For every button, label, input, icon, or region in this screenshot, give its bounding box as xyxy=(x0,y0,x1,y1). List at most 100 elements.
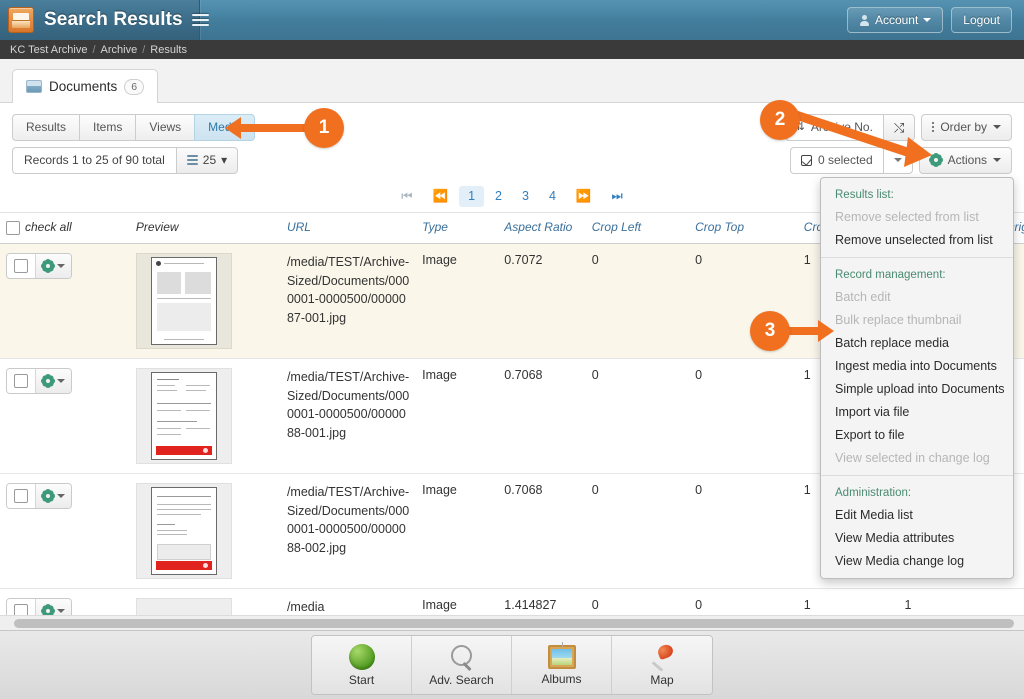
crop-left-cell: 0 xyxy=(585,243,690,359)
scrollbar-thumb[interactable] xyxy=(14,619,1014,628)
gear-icon xyxy=(42,490,54,502)
green-orb-icon xyxy=(348,643,375,670)
dock-button-albums[interactable]: Albums xyxy=(512,636,612,694)
row-checkbox[interactable] xyxy=(14,489,28,503)
menu-item-remove-unselected-from-list[interactable]: Remove unselected from list xyxy=(821,228,1013,251)
archive-box-icon xyxy=(8,7,34,33)
pagination-page-4[interactable]: 4 xyxy=(540,186,565,207)
tab-documents-count: 6 xyxy=(124,78,145,95)
dock-button-map[interactable]: Map xyxy=(612,636,712,694)
row-menu-button[interactable] xyxy=(35,484,71,508)
menu-item-bulk-replace-thumbnail: Bulk replace thumbnail xyxy=(835,312,962,327)
subtab-results[interactable]: Results xyxy=(12,114,80,141)
preview-cell xyxy=(129,473,281,589)
menu-item-view-media-change-log[interactable]: View Media change log xyxy=(821,549,1013,572)
map-pin-icon xyxy=(649,644,675,670)
pagination-page-1[interactable]: 1 xyxy=(459,186,485,207)
th-url[interactable]: URL xyxy=(280,214,417,244)
menu-item-ingest-media-into-documents[interactable]: Ingest media into Documents xyxy=(821,354,1013,377)
chevron-down-icon xyxy=(57,379,65,383)
breadcrumb-item-2[interactable]: Results xyxy=(150,44,187,56)
menu-item-batch-replace-media[interactable]: Batch replace media xyxy=(821,331,1013,354)
top-header-bar: Search Results Account Logout xyxy=(0,0,1024,40)
th-type[interactable]: Type xyxy=(416,214,499,244)
th-aspect-ratio[interactable]: Aspect Ratio xyxy=(498,214,586,244)
menu-item-export-to-file[interactable]: Export to file xyxy=(821,423,1013,446)
row-controls-cell xyxy=(0,243,130,359)
check-all-checkbox[interactable] xyxy=(6,220,20,235)
callout-arrow-1 xyxy=(225,117,310,139)
breadcrumb-item-0[interactable]: KC Test Archive xyxy=(10,44,87,56)
account-label: Account xyxy=(874,13,919,27)
crop-left-cell: 0 xyxy=(585,358,690,474)
document-thumbnail xyxy=(150,372,217,460)
pagination-next[interactable]: ⏩ xyxy=(567,186,601,207)
records-summary: Records 1 to 25 of 90 total xyxy=(12,147,176,174)
row-menu-button[interactable] xyxy=(35,254,71,278)
menu-item-view-media-attributes[interactable]: View Media attributes xyxy=(821,526,1013,549)
documents-icon xyxy=(26,80,42,93)
horizontal-scrollbar[interactable] xyxy=(0,615,1024,630)
user-icon xyxy=(859,14,870,26)
hamburger-icon[interactable] xyxy=(191,14,209,26)
dock-label-adv-search: Adv. Search xyxy=(429,672,494,687)
type-cell: Image xyxy=(416,473,499,589)
pagination-page-3[interactable]: 3 xyxy=(513,186,538,207)
pagination-prev[interactable]: ⏪ xyxy=(424,186,458,207)
records-bar: Records 1 to 25 of 90 total 25 ▾ xyxy=(12,147,239,174)
row-menu-button[interactable] xyxy=(35,369,71,393)
th-crop-left[interactable]: Crop Left xyxy=(585,214,690,244)
crop-top-cell: 0 xyxy=(689,473,798,589)
preview-cell xyxy=(129,243,281,359)
magnifier-icon xyxy=(449,644,475,670)
bottom-dock: Start Adv. Search Albums Map xyxy=(0,630,1024,699)
document-thumbnail xyxy=(150,257,217,345)
chevron-down-icon xyxy=(57,264,65,268)
thumbnail-frame[interactable] xyxy=(135,368,232,464)
breadcrumb: KC Test Archive / Archive / Results xyxy=(0,40,1024,59)
pagination-first[interactable]: ⏮ xyxy=(392,186,421,207)
callout-badge-1: 1 xyxy=(304,108,344,148)
chevron-down-icon xyxy=(993,158,1001,162)
breadcrumb-separator: / xyxy=(92,43,96,56)
dock-button-adv-search[interactable]: Adv. Search xyxy=(412,636,512,694)
account-button[interactable]: Account xyxy=(846,7,944,33)
url-cell[interactable]: /media/TEST/Archive-Sized/Documents/0000… xyxy=(280,243,417,359)
callout-badge-2: 2 xyxy=(760,100,800,140)
tab-documents[interactable]: Documents 6 xyxy=(12,69,159,103)
aspect-ratio-cell: 0.7068 xyxy=(498,358,586,474)
row-controls-cell xyxy=(0,358,130,474)
thumbnail-frame[interactable] xyxy=(135,253,232,349)
dock-label-start: Start xyxy=(348,672,375,687)
thumbnail-frame[interactable] xyxy=(135,483,232,579)
menu-item-view-selected-in-change-log: View selected in change log xyxy=(835,450,990,465)
preview-cell xyxy=(129,358,281,474)
url-cell[interactable]: /media/TEST/Archive-Sized/Documents/0000… xyxy=(280,473,417,589)
aspect-ratio-cell: 0.7072 xyxy=(498,243,586,359)
dock-button-start[interactable]: Start xyxy=(312,636,412,694)
menu-item-edit-media-list[interactable]: Edit Media list xyxy=(821,503,1013,526)
menu-item-import-via-file[interactable]: Import via file xyxy=(821,400,1013,423)
row-checkbox[interactable] xyxy=(14,374,28,388)
logout-label: Logout xyxy=(963,13,1000,27)
app-brand: Search Results xyxy=(0,0,209,40)
breadcrumb-item-1[interactable]: Archive xyxy=(101,44,138,56)
menu-heading-results-list: Results list: xyxy=(835,189,894,201)
header-actions: Account Logout xyxy=(846,7,1024,33)
th-crop-top[interactable]: Crop Top xyxy=(689,214,798,244)
subtab-items[interactable]: Items xyxy=(79,114,136,141)
pagination-last[interactable]: ⏭ xyxy=(602,186,631,207)
menu-item-simple-upload-into-documents[interactable]: Simple upload into Documents xyxy=(821,377,1013,400)
row-checkbox[interactable] xyxy=(14,259,28,273)
app-root: Search Results Account Logout KC Test Ar… xyxy=(0,0,1024,699)
url-cell[interactable]: /media/TEST/Archive-Sized/Documents/0000… xyxy=(280,358,417,474)
menu-heading-administration: Administration: xyxy=(835,487,912,499)
page-size-selector[interactable]: 25 ▾ xyxy=(175,147,239,174)
check-all-label: check all xyxy=(25,220,72,234)
dock-label-map: Map xyxy=(650,672,674,687)
subtab-views[interactable]: Views xyxy=(135,114,195,141)
tab-documents-label: Documents xyxy=(49,79,118,94)
pagination-page-2[interactable]: 2 xyxy=(486,186,511,207)
logout-button[interactable]: Logout xyxy=(951,7,1012,33)
th-preview[interactable]: Preview xyxy=(129,214,281,244)
